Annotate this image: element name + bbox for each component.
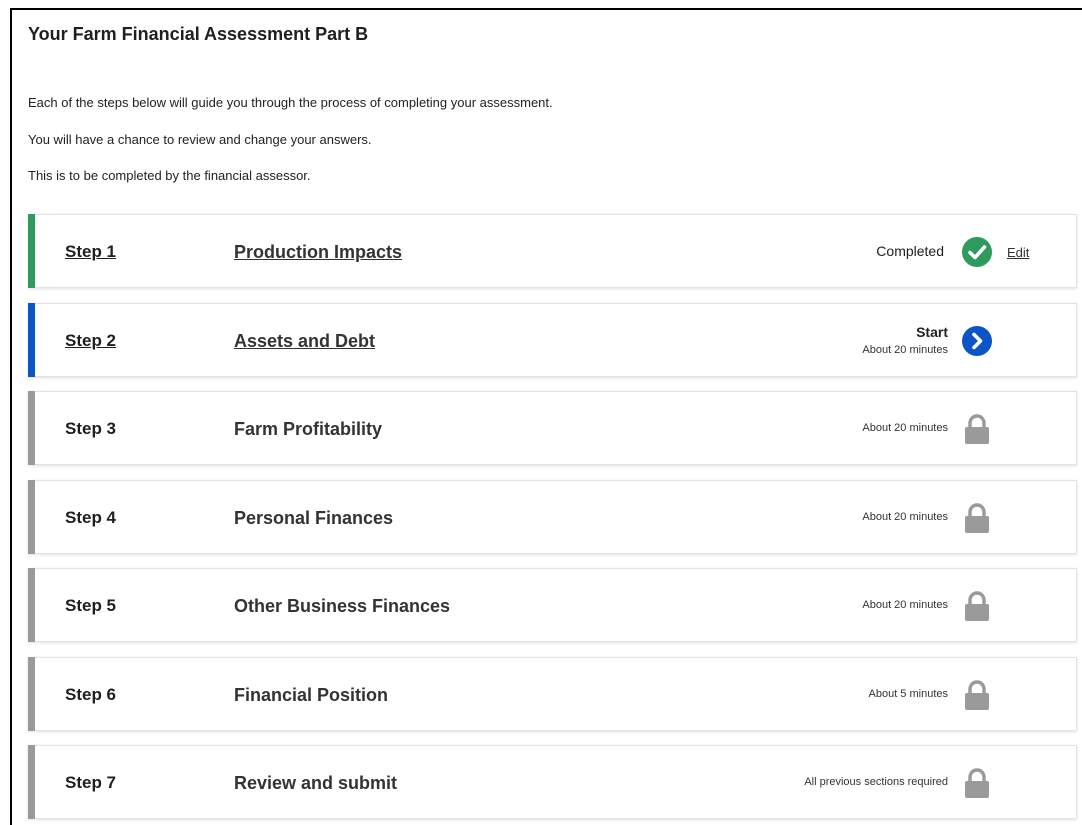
step-status: About 20 minutes [862, 481, 948, 553]
step-label[interactable]: Step 1 [65, 242, 116, 262]
status-bar [28, 657, 35, 731]
intro-text-3: This is to be completed by the financial… [28, 168, 311, 183]
status-bar [28, 391, 35, 465]
intro-text-1: Each of the steps below will guide you t… [28, 95, 553, 110]
time-estimate: About 20 minutes [862, 422, 948, 434]
step-card-3: Step 3 Farm Profitability About 20 minut… [28, 391, 1077, 465]
lock-icon [961, 590, 993, 622]
step-title: Review and submit [234, 773, 398, 793]
step-title: Personal Finances [234, 508, 394, 528]
step-label: Step 6 [65, 685, 117, 704]
step-card-4: Step 4 Personal Finances About 20 minute… [28, 480, 1077, 554]
chevron-right-circle-icon[interactable] [961, 325, 993, 357]
step-label: Step 3 [65, 419, 117, 438]
status-bar [28, 568, 35, 642]
step-card-2: Step 2 Assets and Debt Start About 20 mi… [28, 303, 1077, 377]
lock-icon [961, 767, 993, 799]
intro-text-2: You will have a chance to review and cha… [28, 132, 372, 147]
step-label: Step 7 [65, 773, 117, 792]
lock-icon [961, 502, 993, 534]
step-title-link[interactable]: Production Impacts [234, 242, 402, 263]
step-title: Farm Profitability [234, 419, 383, 439]
step-status: About 5 minutes [869, 658, 949, 730]
step-label[interactable]: Step 2 [65, 331, 116, 351]
time-estimate: About 20 minutes [862, 511, 948, 523]
status-text: Completed [876, 243, 944, 259]
step-title-link[interactable]: Assets and Debt [234, 331, 375, 352]
step-status: Completed [876, 215, 944, 287]
page-title: Your Farm Financial Assessment Part B [28, 24, 369, 44]
step-label: Step 4 [65, 508, 117, 527]
step-card-1: Step 1 Production Impacts Completed Edit [28, 214, 1077, 288]
step-card-5: Step 5 Other Business Finances About 20 … [28, 568, 1077, 642]
step-title: Other Business Finances [234, 596, 451, 616]
start-label[interactable]: Start [916, 324, 948, 340]
time-estimate: About 5 minutes [868, 688, 949, 700]
status-bar [28, 214, 35, 288]
lock-icon [961, 679, 993, 711]
lock-icon [961, 413, 993, 445]
check-circle-icon [961, 236, 993, 268]
step-status: All previous sections required [804, 746, 948, 818]
time-estimate: About 20 minutes [862, 599, 948, 611]
status-bar [28, 303, 35, 377]
status-bar [28, 745, 35, 819]
step-status: About 20 minutes [862, 569, 948, 641]
step-label: Step 5 [65, 596, 117, 615]
step-card-7: Step 7 Review and submit All previous se… [28, 745, 1077, 819]
step-status: Start About 20 minutes [862, 304, 948, 376]
step-status: About 20 minutes [862, 392, 948, 464]
time-estimate: About 20 minutes [862, 344, 948, 356]
edit-link[interactable]: Edit [1007, 245, 1029, 260]
requirement-note: All previous sections required [804, 776, 948, 788]
status-bar [28, 480, 35, 554]
step-title: Financial Position [234, 685, 389, 705]
step-card-6: Step 6 Financial Position About 5 minute… [28, 657, 1077, 731]
